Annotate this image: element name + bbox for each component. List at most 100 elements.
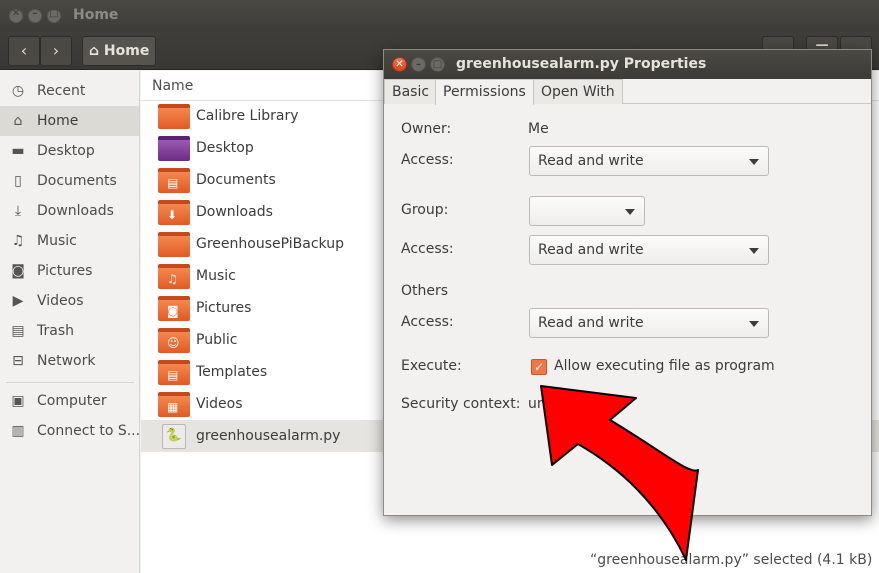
file-name: Videos — [196, 396, 243, 412]
properties-dialog: ✕ – □ greenhousealarm.py Properties Basi… — [383, 49, 872, 516]
sidebar-item-pictures[interactable]: ◙ Pictures — [0, 256, 139, 286]
sidebar: ◷ Recent ⌂ Home ▬ Desktop ▯ Documents ⤓ Downl… — [0, 71, 140, 573]
videos-folder-icon: ▦ — [158, 392, 190, 417]
sidebar-item-label: Recent — [37, 83, 86, 99]
others-access-label: Access: — [401, 314, 454, 330]
group-dropdown[interactable] — [529, 196, 645, 226]
others-access-dropdown[interactable]: Read and write — [529, 308, 769, 338]
dialog-titlebar: ✕ – □ greenhousealarm.py Properties — [384, 50, 871, 79]
file-name: Public — [196, 332, 238, 348]
video-icon: ▶ — [12, 293, 24, 309]
file-name: Documents — [196, 172, 276, 188]
path-bar-home-button[interactable]: ⌂ Home — [82, 36, 156, 66]
sidebar-item-label: Downloads — [37, 203, 114, 219]
dialog-minimize-button[interactable]: – — [411, 57, 426, 72]
sidebar-item-label: Home — [37, 113, 79, 129]
sidebar-item-label: Computer — [37, 393, 107, 409]
window-titlebar: ✕ – □ Home — [0, 0, 879, 32]
sidebar-item-videos[interactable]: ▶ Videos — [0, 286, 139, 316]
desktop-folder-icon — [158, 136, 190, 161]
sidebar-item-desktop[interactable]: ▬ Desktop — [0, 136, 139, 166]
desktop-folder-icon: ▬ — [11, 143, 25, 159]
window-minimize-button[interactable]: – — [28, 8, 42, 23]
file-name: Pictures — [196, 300, 252, 316]
dialog-close-button[interactable]: ✕ — [392, 57, 407, 72]
back-icon: ‹ — [20, 41, 28, 60]
python-file-icon: 🐍 — [162, 424, 186, 449]
tab-basic[interactable]: Basic — [384, 79, 438, 104]
sidebar-item-downloads[interactable]: ⤓ Downloads — [0, 196, 139, 226]
execute-checkbox-label[interactable]: Allow executing file as program — [554, 358, 775, 374]
connect-server-icon: ▥ — [11, 423, 25, 439]
chevron-down-icon — [749, 321, 759, 327]
chevron-down-icon — [749, 159, 759, 165]
public-folder-icon: ☺ — [158, 328, 190, 353]
owner-access-dropdown[interactable]: Read and write — [529, 146, 769, 176]
sidebar-item-label: Connect to S... — [37, 423, 139, 439]
dialog-maximize-button[interactable]: □ — [430, 57, 445, 72]
owner-access-value: Read and write — [538, 153, 644, 169]
pictures-folder-icon: ◙ — [158, 296, 190, 321]
trash-icon: ▤ — [11, 323, 25, 339]
security-context-value: unknown — [528, 396, 592, 412]
security-context-label: Security context: — [401, 396, 521, 412]
group-access-dropdown[interactable]: Read and write — [529, 235, 769, 265]
sidebar-item-trash[interactable]: ▤ Trash — [0, 316, 139, 346]
window-close-button[interactable]: ✕ — [9, 8, 23, 23]
group-access-value: Read and write — [538, 242, 644, 258]
sidebar-item-network[interactable]: ⊟ Network — [0, 346, 139, 376]
sidebar-item-label: Network — [37, 353, 96, 369]
owner-access-label: Access: — [401, 152, 454, 168]
file-name: Calibre Library — [196, 108, 299, 124]
forward-icon: › — [52, 41, 60, 60]
sidebar-item-label: Trash — [37, 323, 74, 339]
sidebar-item-documents[interactable]: ▯ Documents — [0, 166, 139, 196]
tab-open-with[interactable]: Open With — [533, 79, 623, 104]
execute-checkbox[interactable]: ✓ — [531, 359, 547, 375]
downloads-folder-icon: ⬇ — [158, 200, 190, 225]
sidebar-item-connect-to-server[interactable]: ▥ Connect to S... — [0, 416, 139, 446]
document-icon: ▯ — [14, 173, 22, 189]
execute-label: Execute: — [401, 358, 462, 374]
sidebar-item-computer[interactable]: ▣ Computer — [0, 386, 139, 416]
sidebar-item-label: Music — [37, 233, 77, 249]
sidebar-item-label: Videos — [37, 293, 84, 309]
sidebar-item-label: Pictures — [37, 263, 93, 279]
group-access-label: Access: — [401, 241, 454, 257]
download-icon: ⤓ — [14, 203, 22, 219]
file-name: Templates — [196, 364, 268, 380]
sidebar-item-music[interactable]: ♫ Music — [0, 226, 139, 256]
owner-value: Me — [528, 121, 549, 137]
music-icon: ♫ — [11, 233, 25, 249]
folder-icon — [158, 232, 190, 257]
music-folder-icon: ♫ — [158, 264, 190, 289]
dialog-title: greenhousealarm.py Properties — [456, 56, 707, 72]
dialog-tabs: Basic Permissions Open With — [384, 79, 871, 105]
file-name: Music — [196, 268, 236, 284]
camera-icon: ◙ — [11, 263, 25, 279]
path-bar-label: Home — [103, 43, 150, 59]
sidebar-item-label: Desktop — [37, 143, 95, 159]
window-maximize-button[interactable]: □ — [47, 8, 61, 23]
sidebar-separator — [6, 382, 134, 383]
file-name: Downloads — [196, 204, 273, 220]
computer-icon: ▣ — [11, 393, 25, 409]
home-icon: ⌂ — [89, 43, 100, 59]
templates-folder-icon: ▤ — [158, 360, 190, 385]
clock-icon: ◷ — [11, 83, 25, 99]
file-name: greenhousealarm.py — [196, 428, 341, 444]
network-icon: ⊟ — [12, 353, 24, 369]
file-name: GreenhousePiBackup — [196, 236, 344, 252]
documents-folder-icon: ▤ — [158, 168, 190, 193]
sidebar-item-home[interactable]: ⌂ Home — [0, 106, 139, 136]
sidebar-item-recent[interactable]: ◷ Recent — [0, 76, 139, 106]
others-label: Others — [401, 283, 449, 299]
forward-button[interactable]: › — [40, 36, 72, 66]
file-name: Desktop — [196, 140, 254, 156]
status-bar-text: “greenhousealarm.py” selected (4.1 kB) — [590, 552, 873, 568]
chevron-down-icon — [625, 209, 635, 215]
sidebar-item-label: Documents — [37, 173, 117, 189]
tab-permissions[interactable]: Permissions — [435, 79, 534, 105]
others-access-value: Read and write — [538, 315, 644, 331]
back-button[interactable]: ‹ — [8, 36, 40, 66]
